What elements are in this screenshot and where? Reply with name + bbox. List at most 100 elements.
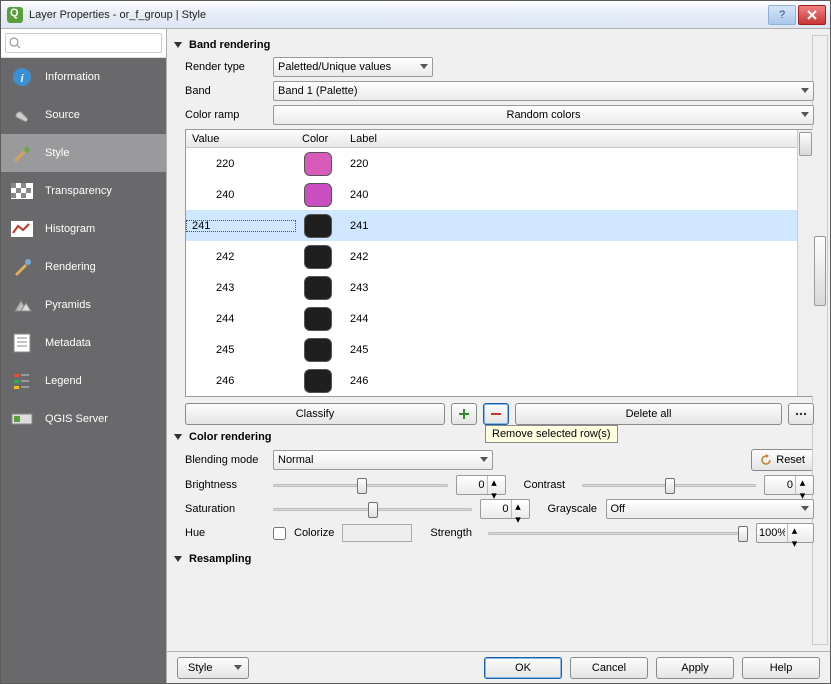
color-ramp-combo[interactable]: Random colors <box>273 105 814 125</box>
render-type-combo[interactable]: Paletted/Unique values <box>273 57 433 77</box>
help-button[interactable]: Help <box>742 657 820 679</box>
hue-label: Hue <box>185 527 265 539</box>
metadata-icon <box>11 332 33 354</box>
sidebar-item-label: Metadata <box>45 337 91 349</box>
spin-down[interactable]: ▾ <box>788 537 801 550</box>
cell-value: 240 <box>186 189 296 201</box>
band-label: Band <box>185 85 265 97</box>
spin-up[interactable]: ▴ <box>512 500 525 513</box>
section-resampling[interactable]: Resampling <box>173 553 814 565</box>
sidebar-item-transparency[interactable]: Transparency <box>1 172 166 210</box>
sidebar-item-label: Rendering <box>45 261 96 273</box>
scrollbar-thumb[interactable] <box>814 236 826 306</box>
combo-value: Random colors <box>507 109 581 121</box>
sidebar-item-legend[interactable]: Legend <box>1 362 166 400</box>
sidebar-item-source[interactable]: Source <box>1 96 166 134</box>
saturation-label: Saturation <box>185 503 265 515</box>
qgis-icon <box>7 7 23 23</box>
color-swatch[interactable] <box>304 307 332 331</box>
sidebar-item-rendering[interactable]: Rendering <box>1 248 166 286</box>
combo-value: Band 1 (Palette) <box>278 85 358 97</box>
grayscale-combo[interactable]: Off <box>606 499 815 519</box>
sidebar-search-input[interactable] <box>5 33 162 53</box>
wrench-icon <box>11 104 33 126</box>
titlebar-help-button[interactable]: ? <box>768 5 796 25</box>
cell-label: 244 <box>344 313 797 325</box>
colorize-color-button[interactable] <box>342 524 412 542</box>
header-label[interactable]: Label <box>344 133 797 145</box>
strength-value[interactable]: ▴▾ <box>756 523 814 543</box>
add-row-button[interactable] <box>451 403 477 425</box>
section-band-rendering[interactable]: Band rendering <box>173 39 814 51</box>
cell-value: 242 <box>186 251 296 263</box>
sidebar-item-information[interactable]: i Information <box>1 58 166 96</box>
color-swatch[interactable] <box>304 183 332 207</box>
saturation-slider[interactable] <box>273 499 472 519</box>
table-row[interactable]: 242 242 <box>186 241 797 272</box>
color-swatch[interactable] <box>304 245 332 269</box>
table-row[interactable]: 220220 <box>186 148 797 179</box>
apply-button[interactable]: Apply <box>656 657 734 679</box>
section-title: Color rendering <box>189 431 272 443</box>
chevron-down-icon <box>234 665 242 671</box>
color-swatch[interactable] <box>304 214 332 238</box>
sidebar-item-metadata[interactable]: Metadata <box>1 324 166 362</box>
ok-button[interactable]: OK <box>484 657 562 679</box>
color-swatch[interactable] <box>304 369 332 393</box>
pyramids-icon <box>11 294 33 316</box>
more-options-button[interactable] <box>788 403 814 425</box>
collapse-icon <box>173 40 183 50</box>
colorize-checkbox[interactable] <box>273 527 286 540</box>
table-row[interactable]: 241241 <box>186 210 797 241</box>
table-row[interactable]: 245245 <box>186 334 797 365</box>
search-icon <box>9 37 21 49</box>
chevron-down-icon <box>801 112 809 118</box>
contrast-slider[interactable] <box>582 475 757 495</box>
sidebar-item-histogram[interactable]: Histogram <box>1 210 166 248</box>
table-row[interactable]: 243243 <box>186 272 797 303</box>
cell-value: 243 <box>186 282 296 294</box>
brightness-label: Brightness <box>185 479 265 491</box>
strength-slider[interactable] <box>488 523 748 543</box>
band-combo[interactable]: Band 1 (Palette) <box>273 81 814 101</box>
header-value[interactable]: Value <box>186 133 296 145</box>
contrast-value[interactable]: ▴▾ <box>764 475 814 495</box>
saturation-value[interactable]: ▴▾ <box>480 499 530 519</box>
sidebar-item-label: QGIS Server <box>45 413 108 425</box>
titlebar-close-button[interactable] <box>798 5 826 25</box>
render-type-label: Render type <box>185 61 265 73</box>
spin-up[interactable]: ▴ <box>488 476 501 489</box>
cell-label: 242 <box>344 251 797 263</box>
header-color[interactable]: Color <box>296 133 344 145</box>
brightness-value[interactable]: ▴▾ <box>456 475 506 495</box>
blending-mode-label: Blending mode <box>185 454 265 466</box>
main-scrollbar[interactable] <box>812 35 828 645</box>
table-scrollbar[interactable] <box>797 130 813 396</box>
classify-button[interactable]: Classify <box>185 403 445 425</box>
reset-button[interactable]: Reset <box>751 449 814 471</box>
table-row[interactable]: 246246 <box>186 365 797 396</box>
sidebar-item-style[interactable]: Style <box>1 134 166 172</box>
spin-up[interactable]: ▴ <box>796 476 809 489</box>
delete-all-button[interactable]: Delete all <box>515 403 782 425</box>
remove-row-button[interactable] <box>483 403 509 425</box>
sidebar-item-pyramids[interactable]: Pyramids <box>1 286 166 324</box>
contrast-label: Contrast <box>514 479 574 491</box>
ellipsis-icon <box>795 411 807 417</box>
cancel-button[interactable]: Cancel <box>570 657 648 679</box>
blending-mode-combo[interactable]: Normal <box>273 450 493 470</box>
table-row[interactable]: 244244 <box>186 303 797 334</box>
combo-value: Off <box>611 503 625 515</box>
sidebar-item-qgis-server[interactable]: QGIS Server <box>1 400 166 438</box>
table-row[interactable]: 240240 <box>186 179 797 210</box>
server-icon <box>11 408 33 430</box>
spin-up[interactable]: ▴ <box>788 524 801 537</box>
sidebar-search-wrap <box>1 29 166 58</box>
color-swatch[interactable] <box>304 338 332 362</box>
scrollbar-thumb[interactable] <box>799 132 812 156</box>
color-swatch[interactable] <box>304 276 332 300</box>
color-swatch[interactable] <box>304 152 332 176</box>
style-menu-button[interactable]: Style <box>177 657 249 679</box>
main-scroll-area: Band rendering Render type Paletted/Uniq… <box>167 29 830 651</box>
brightness-slider[interactable] <box>273 475 448 495</box>
